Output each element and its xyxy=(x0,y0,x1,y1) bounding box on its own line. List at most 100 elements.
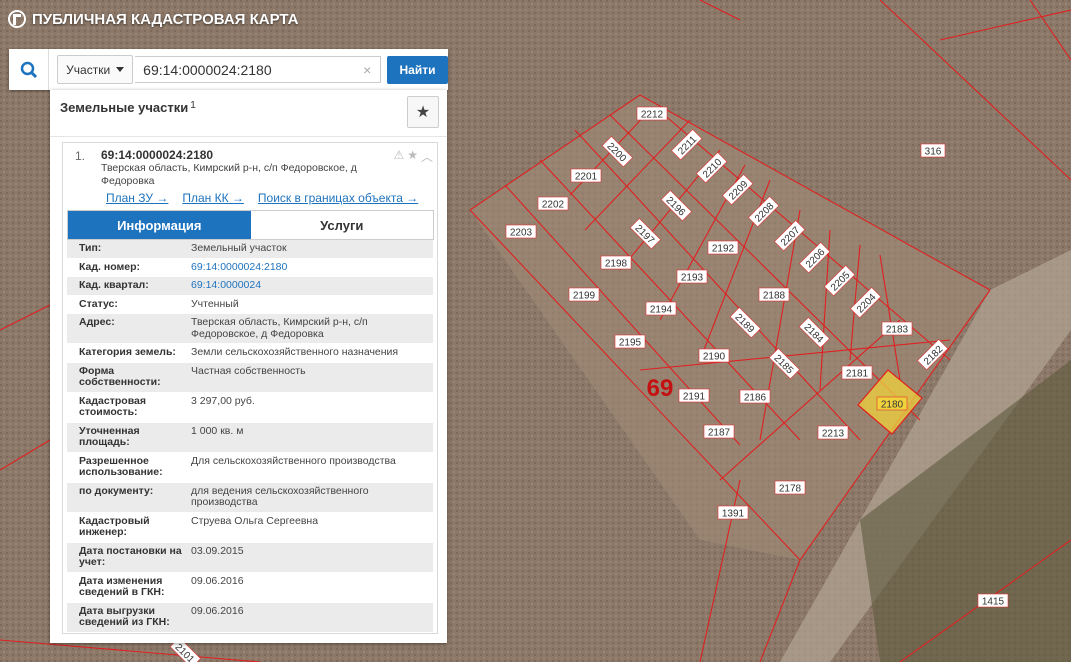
app-title-text: ПУБЛИЧНАЯ КАДАСТРОВАЯ КАРТА xyxy=(32,10,299,28)
clear-icon[interactable]: × xyxy=(359,62,375,78)
plot-label-text: 2192 xyxy=(712,244,735,255)
info-row: Дата выгрузки сведений из ГКН: 09.06.2016 xyxy=(67,602,433,633)
plot-label-2186[interactable]: 2186 xyxy=(739,389,771,404)
plot-label-text: 2212 xyxy=(641,110,664,121)
info-row: Адрес: Тверская область, Кимрский р-н, с/… xyxy=(67,314,433,344)
type-select[interactable]: Участки xyxy=(57,55,134,84)
results-count: 1 xyxy=(190,100,196,111)
info-row: Кад. квартал: 69:14:0000024 xyxy=(67,277,433,296)
info-key: Кад. квартал: xyxy=(79,279,149,291)
plot-label-2203[interactable]: 2203 xyxy=(505,224,537,239)
info-value: Земли сельскохозяйственного назначения xyxy=(191,346,399,358)
info-value: 3 297,00 руб. xyxy=(191,394,255,407)
plot-label-2191[interactable]: 2191 xyxy=(678,388,710,403)
search-bounds-link[interactable]: Поиск в границах объекта → xyxy=(258,191,418,205)
plot-label-text: 2213 xyxy=(822,429,845,440)
panel-title: Земельные участки 1 xyxy=(60,100,196,115)
plot-label-text: 2178 xyxy=(779,484,802,495)
plot-label-text: 316 xyxy=(925,147,942,158)
info-value[interactable]: 69:14:0000024:2180 xyxy=(187,259,433,277)
plot-label-2201[interactable]: 2201 xyxy=(570,168,602,183)
plot-label-text: 2190 xyxy=(703,352,726,363)
plot-label-text: 2181 xyxy=(846,369,869,380)
plot-label-text: 1391 xyxy=(722,509,745,520)
plot-label-2193[interactable]: 2193 xyxy=(676,269,708,284)
plot-label-1391[interactable]: 1391 xyxy=(717,505,749,520)
info-key: Дата выгрузки сведений из ГКН: xyxy=(79,604,170,628)
plan-kk-link[interactable]: План КК → xyxy=(182,191,244,205)
plot-label-2202[interactable]: 2202 xyxy=(537,196,569,211)
plot-label-text: 2186 xyxy=(744,393,767,404)
plot-label-316[interactable]: 316 xyxy=(920,143,946,158)
plot-label-2181[interactable]: 2181 xyxy=(841,365,873,380)
card-links: План ЗУ → План КК → Поиск в границах объ… xyxy=(106,191,418,205)
plot-label-text: 2180 xyxy=(881,400,904,411)
plot-label-text: 2195 xyxy=(619,338,642,349)
info-key: по документу: xyxy=(79,484,154,497)
result-cad-number[interactable]: 69:14:0000024:2180 xyxy=(101,148,213,162)
info-key: Тип: xyxy=(79,242,102,254)
info-value: 1 000 кв. м xyxy=(191,424,244,437)
plot-label-2195[interactable]: 2195 xyxy=(614,334,646,349)
info-value: 09.06.2016 xyxy=(191,574,244,587)
info-value: 09.06.2016 xyxy=(191,604,244,617)
info-key: Кад. номер: xyxy=(79,260,141,273)
info-row: Уточненная площадь: 1 000 кв. м xyxy=(67,422,433,453)
plot-label-2188[interactable]: 2188 xyxy=(758,287,790,302)
plot-label-2198[interactable]: 2198 xyxy=(600,255,632,270)
plot-label-2180[interactable]: 2180 xyxy=(876,396,908,411)
plot-label-2192[interactable]: 2192 xyxy=(707,240,739,255)
info-row: Кадастровый инженер: Струева Ольга Сергее… xyxy=(67,512,433,543)
plot-label-2212[interactable]: 2212 xyxy=(636,106,668,121)
plot-label-2213[interactable]: 2213 xyxy=(817,425,849,440)
plot-label-2183[interactable]: 2183 xyxy=(881,321,913,336)
plot-label-2178[interactable]: 2178 xyxy=(774,480,806,495)
info-key: Дата постановки на учет: xyxy=(79,544,182,568)
info-key: Уточненная площадь: xyxy=(79,424,140,448)
plot-label-2194[interactable]: 2194 xyxy=(645,301,677,316)
favorite-button[interactable]: ★ xyxy=(407,96,439,128)
info-key: Дата изменения сведений в ГКН: xyxy=(79,574,165,598)
star-outline-icon[interactable]: ★ xyxy=(407,148,418,165)
region-label: 69 xyxy=(647,375,674,402)
plot-label-1415[interactable]: 1415 xyxy=(977,593,1009,608)
search-icon[interactable] xyxy=(9,49,50,90)
tab-services[interactable]: Услуги xyxy=(250,211,433,239)
plot-label-2187[interactable]: 2187 xyxy=(703,424,735,439)
results-panel: Земельные участки 1 ★ 1. 69:14:0000024:21… xyxy=(50,90,447,643)
plot-label-text: 2201 xyxy=(575,172,598,183)
plot-label-2190[interactable]: 2190 xyxy=(698,348,730,363)
panel-title-text: Земельные участки xyxy=(60,100,189,115)
info-key: Адрес: xyxy=(79,316,115,328)
info-row: Статус: Учтенный xyxy=(67,295,433,314)
info-value[interactable]: 69:14:0000024 xyxy=(187,277,433,295)
chevron-down-icon xyxy=(116,67,125,72)
plot-label-text: 2188 xyxy=(763,291,786,302)
info-row: Категория земель: Земли сельскохозяйствен… xyxy=(67,344,433,363)
plot-label-text: 2198 xyxy=(605,259,628,270)
info-value: Тверская область, Кимрский р-н, с/п Федо… xyxy=(191,316,368,340)
find-button[interactable]: Найти xyxy=(387,55,448,84)
search-bar: Участки × Найти xyxy=(9,49,448,90)
info-row: Разрешенное использование: Для сельскохоз… xyxy=(67,452,433,483)
app-title: ПУБЛИЧНАЯ КАДАСТРОВАЯ КАРТА xyxy=(8,10,298,28)
info-key: Кадастровая стоимость: xyxy=(79,394,146,418)
info-row: по документу: для ведения сельскохозяйств… xyxy=(67,482,433,513)
info-value: Земельный участок xyxy=(191,242,287,254)
info-row: Кад. номер: 69:14:0000024:2180 xyxy=(67,258,433,277)
info-key: Разрешенное использование: xyxy=(79,454,163,478)
plot-label-2199[interactable]: 2199 xyxy=(568,287,600,302)
info-key: Кадастровый инженер: xyxy=(79,514,150,538)
plan-zu-link[interactable]: План ЗУ → xyxy=(106,191,168,205)
info-value: Для сельскохозяйственного производства xyxy=(191,454,396,467)
warning-icon[interactable]: ⚠ xyxy=(393,148,404,165)
search-input[interactable] xyxy=(135,56,382,83)
info-row: Тип: Земельный участок xyxy=(67,240,433,259)
info-value: Струева Ольга Сергеевна xyxy=(191,514,319,527)
info-value: 03.09.2015 xyxy=(191,544,244,557)
card-icons: ⚠ ★ ︿ xyxy=(393,148,433,165)
result-address: Тверская область, Кимрский р-н, с/п Федо… xyxy=(101,162,357,187)
info-key: Форма собственности: xyxy=(79,364,161,388)
collapse-icon[interactable]: ︿ xyxy=(421,148,433,165)
tab-info[interactable]: Информация xyxy=(68,211,251,239)
